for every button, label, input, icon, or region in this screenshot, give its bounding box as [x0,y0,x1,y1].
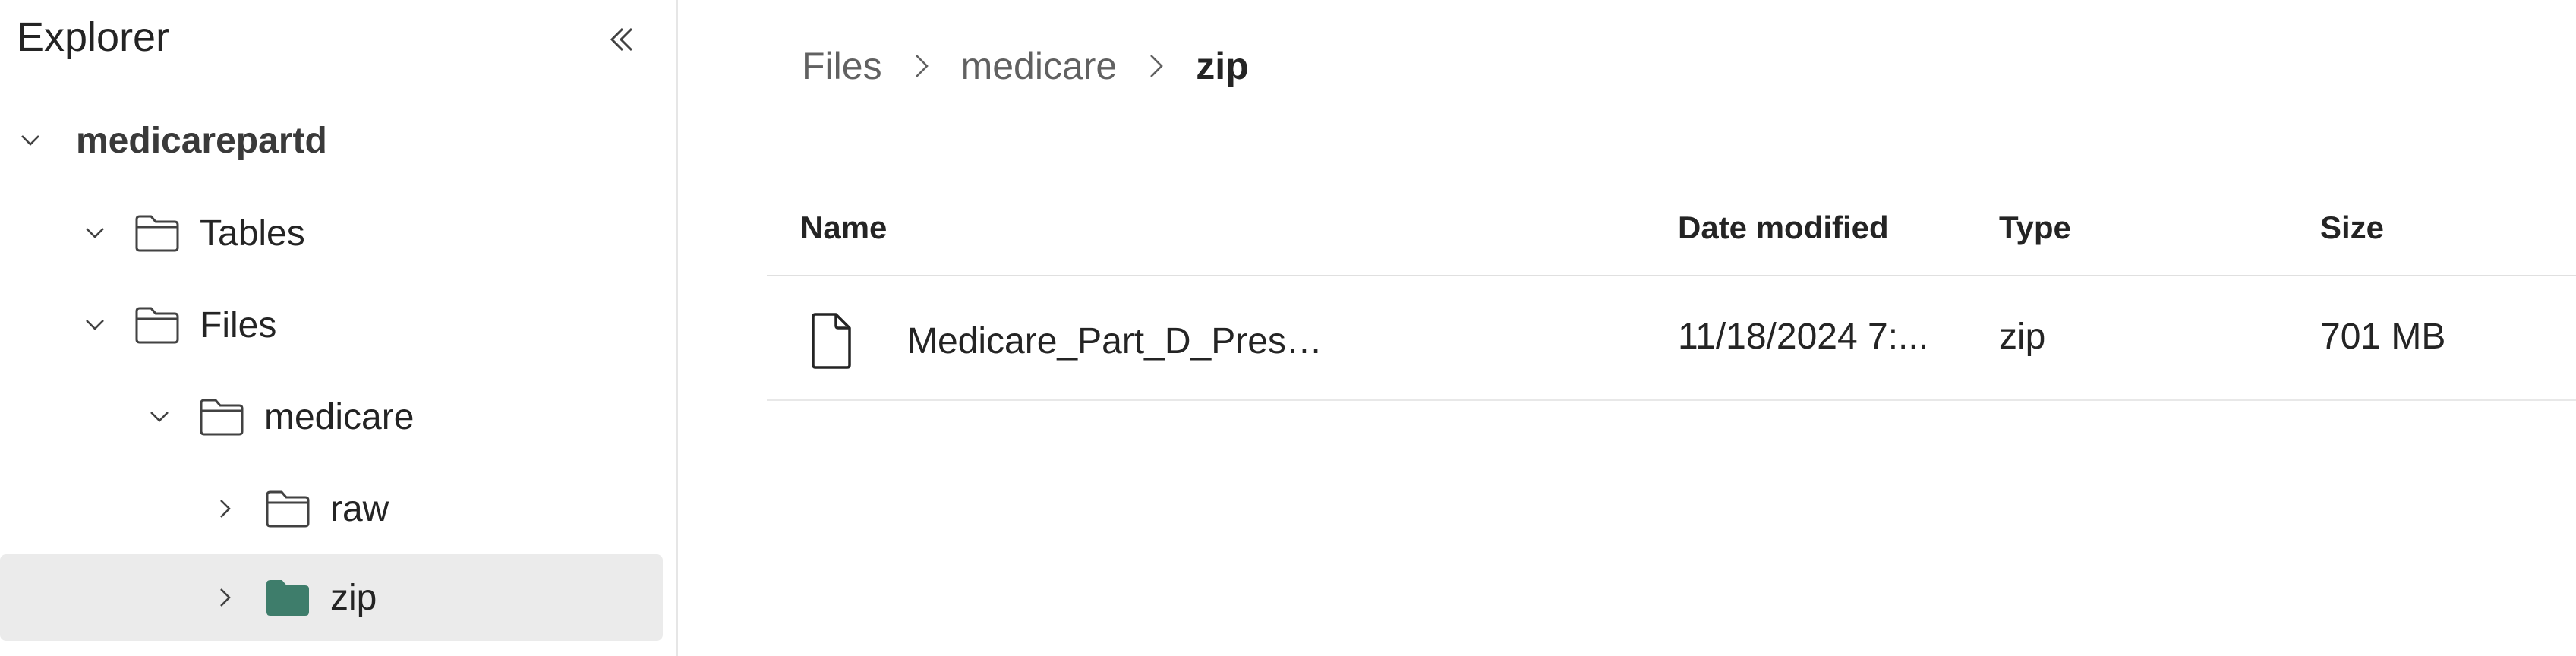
file-date-modified: 11/18/2024 7:... [1678,317,1929,357]
chevron-down-icon[interactable] [80,218,110,248]
column-header-type[interactable]: Type [1999,210,2071,246]
chevron-down-icon[interactable] [80,310,110,340]
folder-filled-icon [265,577,311,618]
breadcrumb: Files medicare zip [802,39,1249,93]
chevron-right-icon [1143,51,1170,81]
chevron-right-icon[interactable] [210,582,241,613]
file-name[interactable]: Medicare_Part_D_Prescribers_by_Provider_… [907,320,1332,362]
collapse-sidebar-button[interactable] [600,18,642,61]
table-header: Name Date modified Type Size [767,182,2576,276]
tree-label: medicare [264,396,415,437]
column-header-date-modified[interactable]: Date modified [1678,210,1889,246]
double-chevron-left-icon [610,27,633,52]
table-row[interactable]: Medicare_Part_D_Prescribers_by_Provider_… [767,276,2576,401]
chevron-down-icon[interactable] [144,402,175,432]
tree-item-raw[interactable]: raw [0,467,663,550]
breadcrumb-medicare[interactable]: medicare [961,44,1118,88]
folder-icon [199,396,244,437]
tree-label: medicarepartd [76,120,327,161]
folder-icon [265,488,311,529]
tree-label: zip [330,577,377,618]
tree-item-medicare[interactable]: medicare [0,375,663,459]
file-icon [812,313,851,369]
main-content: Files medicare zip Name Date modified Ty… [678,0,2576,656]
tree-item-files[interactable]: Files [0,283,663,367]
folder-icon [134,304,180,345]
chevron-right-icon[interactable] [210,494,241,524]
file-table: Name Date modified Type Size Medicare_Pa… [767,182,2576,401]
column-header-size[interactable]: Size [2320,210,2384,246]
chevron-down-icon[interactable] [15,125,46,156]
tree-label: Files [200,304,277,345]
breadcrumb-files[interactable]: Files [802,44,882,88]
breadcrumb-zip: zip [1196,45,1249,87]
tree-item-medicarepartd[interactable]: medicarepartd [0,99,663,182]
sidebar-title: Explorer [17,14,170,60]
chevron-right-icon [908,51,935,81]
tree-item-zip[interactable]: zip [0,554,663,641]
folder-icon [134,213,180,254]
tree-label: raw [330,488,389,529]
column-header-name[interactable]: Name [800,210,887,246]
tree-item-tables[interactable]: Tables [0,191,663,275]
tree-label: Tables [200,213,305,254]
file-size: 701 MB [2320,317,2446,357]
explorer-sidebar: Explorer medicarepartd Tables Files medi… [0,0,678,656]
file-type: zip [1999,317,2046,357]
